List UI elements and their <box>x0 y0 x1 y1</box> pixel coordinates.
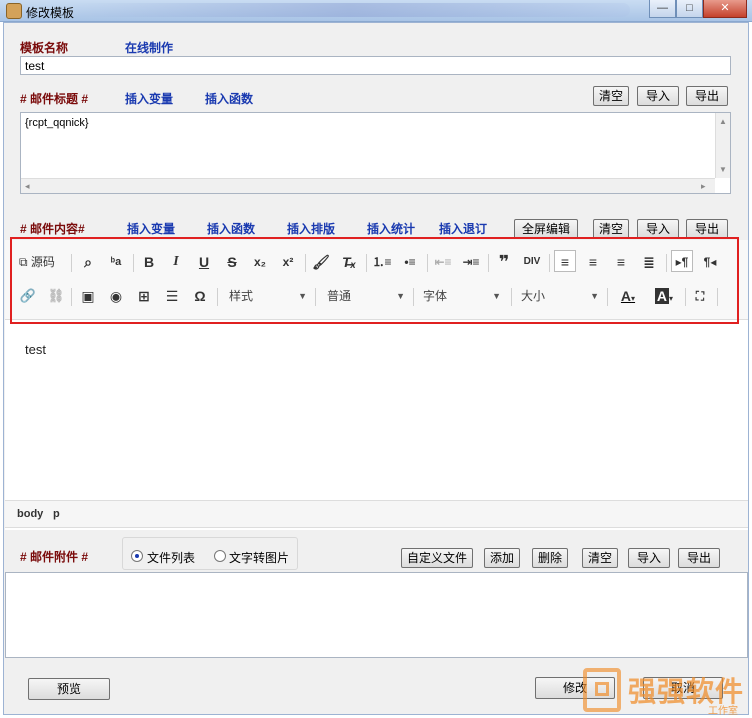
subject-insert-function-link[interactable]: 插入函数 <box>205 90 253 107</box>
path-body[interactable]: body <box>17 508 43 520</box>
attachment-delete-button[interactable]: 删除 <box>532 548 568 568</box>
attachment-list[interactable] <box>5 572 748 658</box>
radio-text-to-image-label: 文字转图片 <box>229 551 290 565</box>
maximize-button[interactable]: □ <box>676 0 703 18</box>
content-clear-button[interactable]: 清空 <box>593 219 629 239</box>
close-button[interactable]: ✕ <box>703 0 747 18</box>
template-name-input[interactable]: test <box>20 56 731 75</box>
window-title: 修改模板 <box>26 6 75 20</box>
radio-file-list-label: 文件列表 <box>147 551 196 565</box>
preview-button[interactable]: 预览 <box>28 678 110 700</box>
subject-label: # 邮件标题 # <box>20 92 89 106</box>
app-icon <box>6 3 22 19</box>
content-insert-stats-link[interactable]: 插入统计 <box>367 220 415 237</box>
attachment-mode-group: 文件列表 文字转图片 <box>122 537 298 570</box>
radio-text-to-image[interactable] <box>214 550 226 562</box>
template-name-label: 模板名称 <box>20 41 69 55</box>
subject-insert-variable-link[interactable]: 插入变量 <box>125 90 173 107</box>
subject-import-button[interactable]: 导入 <box>637 86 679 106</box>
fullscreen-edit-button[interactable]: 全屏编辑 <box>514 219 578 239</box>
title-bar: 修改模板 <box>0 0 752 22</box>
attachment-clear-button[interactable]: 清空 <box>582 548 618 568</box>
content-import-button[interactable]: 导入 <box>637 219 679 239</box>
radio-file-list[interactable] <box>131 550 143 562</box>
attachments-label: # 邮件附件 # <box>20 550 89 564</box>
path-p[interactable]: p <box>53 508 60 520</box>
content-insert-variable-link[interactable]: 插入变量 <box>127 220 175 237</box>
blurred-title-area <box>70 3 630 17</box>
toolbar-highlight-frame <box>10 237 739 324</box>
subject-textarea[interactable]: {rcpt_qqnick} ▲ ▼ ◂ ▸ <box>20 112 731 194</box>
subject-vscrollbar[interactable]: ▲ ▼ <box>715 113 730 178</box>
minimize-button[interactable]: — <box>649 0 676 18</box>
content-export-button[interactable]: 导出 <box>686 219 728 239</box>
editor-body-text[interactable]: test <box>25 342 46 357</box>
content-label: # 邮件内容# <box>20 222 85 236</box>
subject-export-button[interactable]: 导出 <box>686 86 728 106</box>
attachment-import-button[interactable]: 导入 <box>628 548 670 568</box>
online-make-link[interactable]: 在线制作 <box>125 39 173 56</box>
attachment-export-button[interactable]: 导出 <box>678 548 720 568</box>
subject-hscrollbar[interactable]: ◂ ▸ <box>21 178 715 193</box>
watermark-sub: 工作室 <box>708 706 738 717</box>
content-insert-layout-link[interactable]: 插入排版 <box>287 220 335 237</box>
attachment-add-button[interactable]: 添加 <box>484 548 520 568</box>
content-insert-unsubscribe-link[interactable]: 插入退订 <box>439 220 487 237</box>
subject-clear-button[interactable]: 清空 <box>593 86 629 106</box>
subject-value: {rcpt_qqnick} <box>25 117 89 129</box>
watermark-logo-icon <box>583 668 621 712</box>
custom-file-button[interactable]: 自定义文件 <box>401 548 473 568</box>
content-insert-function-link[interactable]: 插入函数 <box>207 220 255 237</box>
element-path-bar: body p <box>5 500 748 528</box>
